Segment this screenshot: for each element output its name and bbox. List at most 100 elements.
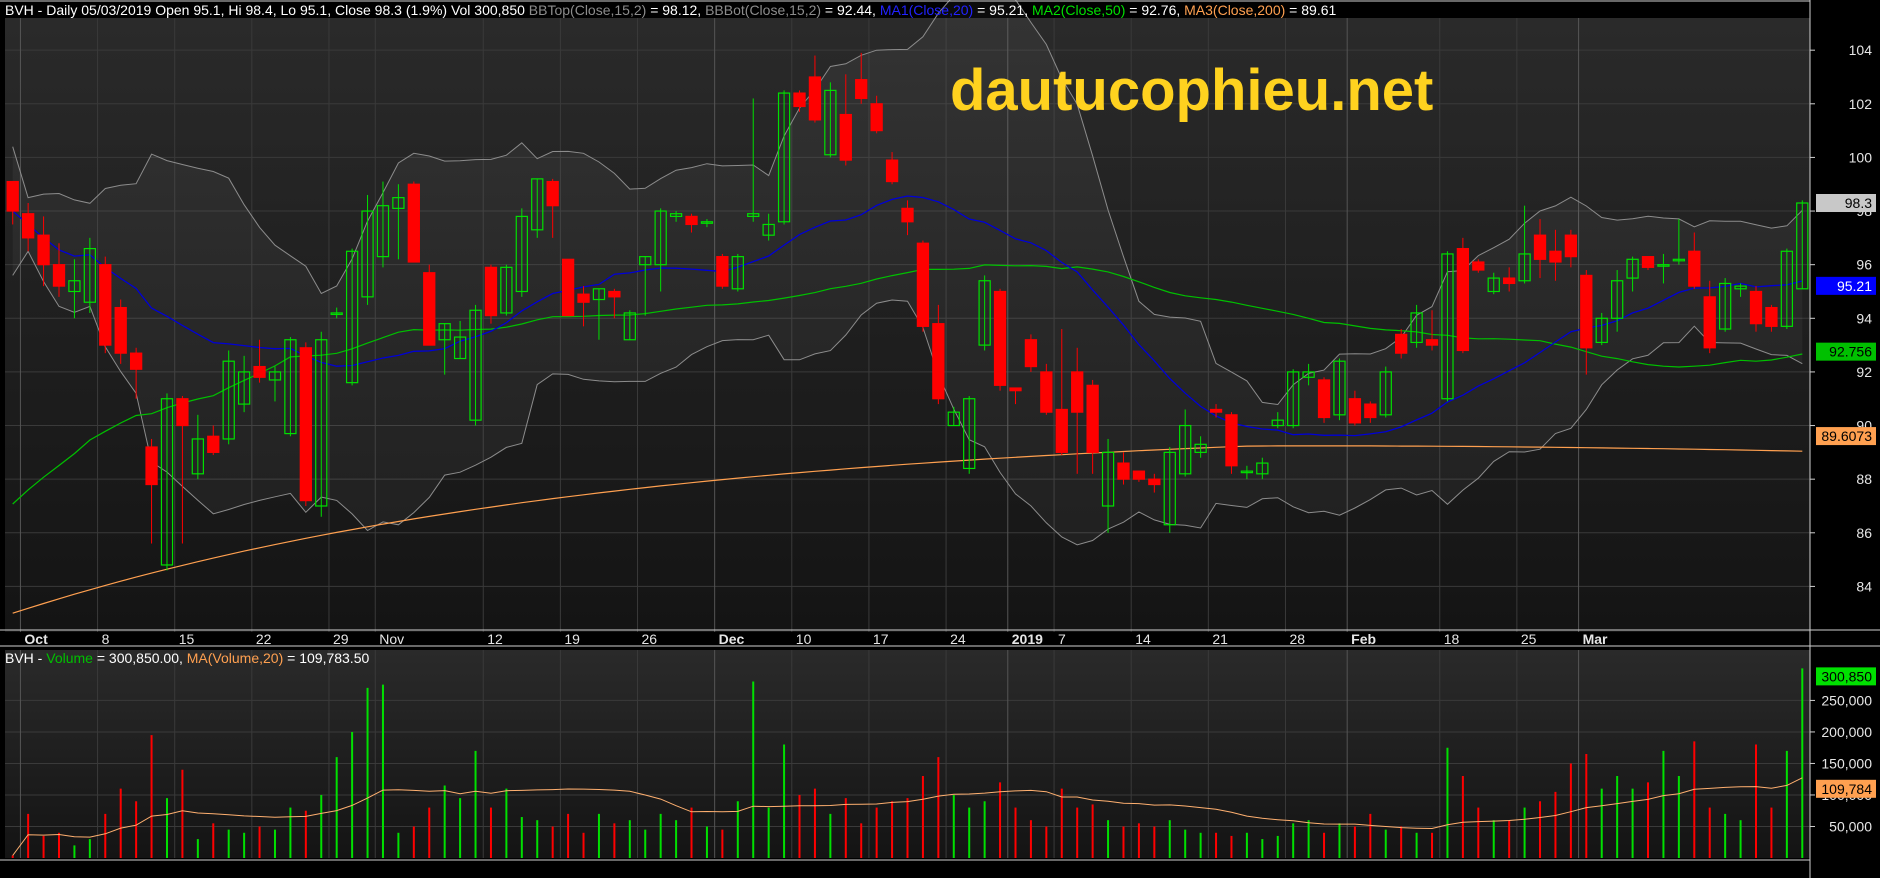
candle-down[interactable] [1425,339,1439,346]
candle-down[interactable] [577,293,590,303]
candle-down[interactable] [1348,398,1362,424]
candle-down[interactable] [901,207,914,223]
candle-down[interactable] [1549,250,1562,263]
header-ma1-value: = 95.21, [973,2,1032,18]
stock-chart: 848688909294969810010210450,000100,00015… [0,0,1880,878]
candle-down[interactable] [1456,247,1470,352]
candle-down[interactable] [546,180,559,207]
date-label: 12 [487,631,503,647]
date-label: Oct [24,631,48,647]
candle-down[interactable] [1225,414,1238,467]
candle-down[interactable] [793,92,806,108]
candle-down[interactable] [685,215,698,226]
candle-down[interactable] [839,113,852,161]
candle-down[interactable] [114,306,127,354]
header-bbtop-label: BBTop(Close,15,2) [529,2,647,18]
date-label: 29 [333,631,349,647]
date-label: 14 [1135,631,1151,647]
candle-down[interactable] [561,258,575,317]
date-label: 2019 [1012,631,1043,647]
header-bbtop-value: = 98.12, [646,2,705,18]
close-tag: 98.3 [1845,195,1872,211]
candle-down[interactable] [1024,339,1038,368]
header-symbol: BVH [5,2,34,18]
date-label: Mar [1583,631,1608,647]
candle-down[interactable] [423,272,436,346]
candle-down[interactable] [932,323,945,400]
date-label: 10 [796,631,812,647]
candle-down[interactable] [1395,333,1408,354]
candle-down[interactable] [916,242,930,327]
header-bbbot-label: BBBot(Close,15,2) [705,2,821,18]
ma1-tag: 95.21 [1837,278,1872,294]
candle-down[interactable] [1580,274,1593,349]
candle-down[interactable] [1209,408,1223,413]
date-label: 19 [564,631,580,647]
vol-header-label: Volume [46,650,93,666]
candle-down[interactable] [885,159,899,183]
price-tick-label: 100 [1849,149,1873,165]
price-tick-label: 102 [1849,96,1873,112]
candle-down[interactable] [176,398,189,427]
candle-down[interactable] [207,435,220,453]
chart-canvas[interactable]: 848688909294969810010210450,000100,00015… [0,0,1880,878]
date-label: 7 [1058,631,1066,647]
candle-down[interactable] [253,365,266,378]
candle-down[interactable] [1703,296,1716,349]
candle-down[interactable] [855,79,868,100]
price-tick-label: 96 [1856,257,1872,273]
candle-down[interactable] [1472,261,1485,271]
candle-down[interactable] [484,266,498,317]
candle-down[interactable] [1117,462,1130,480]
candle-down[interactable] [808,76,822,121]
candle-down[interactable] [870,103,883,132]
vol-header-ma-label: MA(Volume,20) [187,650,283,666]
date-label: Dec [719,631,745,647]
candle-down[interactable] [1503,277,1516,285]
candle-down[interactable] [99,264,112,346]
candle-down[interactable] [1071,371,1084,413]
header-main: - Daily 05/03/2019 Open 95.1, Hi 98.4, L… [34,2,529,18]
candle-down[interactable] [21,213,35,239]
candle-down[interactable] [1317,379,1331,419]
date-label: 8 [102,631,110,647]
candle-down[interactable] [1688,250,1701,287]
date-label: 28 [1289,631,1305,647]
candle-down[interactable] [1749,290,1763,325]
date-label: 21 [1212,631,1228,647]
price-tick-label: 104 [1849,42,1873,58]
candle-down[interactable] [1148,478,1161,486]
candle-down[interactable] [1641,256,1655,268]
candle-down[interactable] [1040,371,1053,413]
candle-down[interactable] [6,180,19,212]
candle-down[interactable] [407,183,420,263]
header-ma1-label: MA1(Close,20) [880,2,973,18]
header-ma3-value: = 89.61 [1285,2,1336,18]
header-bbbot-value: = 92.44, [821,2,880,18]
candle-down[interactable] [608,290,621,298]
candle-down[interactable] [1055,408,1068,453]
volume-ma-tag: 109,784 [1821,781,1872,797]
candle-down[interactable] [1086,384,1099,453]
date-label: 15 [179,631,195,647]
volume-tick-label: 50,000 [1829,818,1872,834]
candle-down[interactable] [1765,306,1778,327]
price-tick-label: 88 [1856,471,1872,487]
date-label: Nov [379,631,404,647]
candle-down[interactable] [1564,234,1578,258]
candle-down[interactable] [1364,403,1377,419]
candle-down[interactable] [299,347,312,502]
candle-down[interactable] [1009,387,1022,392]
ma3-tag: 89.6073 [1821,428,1872,444]
candle-down[interactable] [993,290,1007,386]
candle-down[interactable] [1533,234,1547,260]
price-tick-label: 92 [1856,364,1872,380]
candle-down[interactable] [1132,470,1146,480]
date-label: 18 [1444,631,1460,647]
vol-header-symbol: BVH [5,650,34,666]
candle-down[interactable] [52,264,66,287]
candle-down[interactable] [145,446,158,486]
candle-down[interactable] [37,234,50,266]
candle-down[interactable] [129,352,143,370]
candle-down[interactable] [716,256,729,287]
